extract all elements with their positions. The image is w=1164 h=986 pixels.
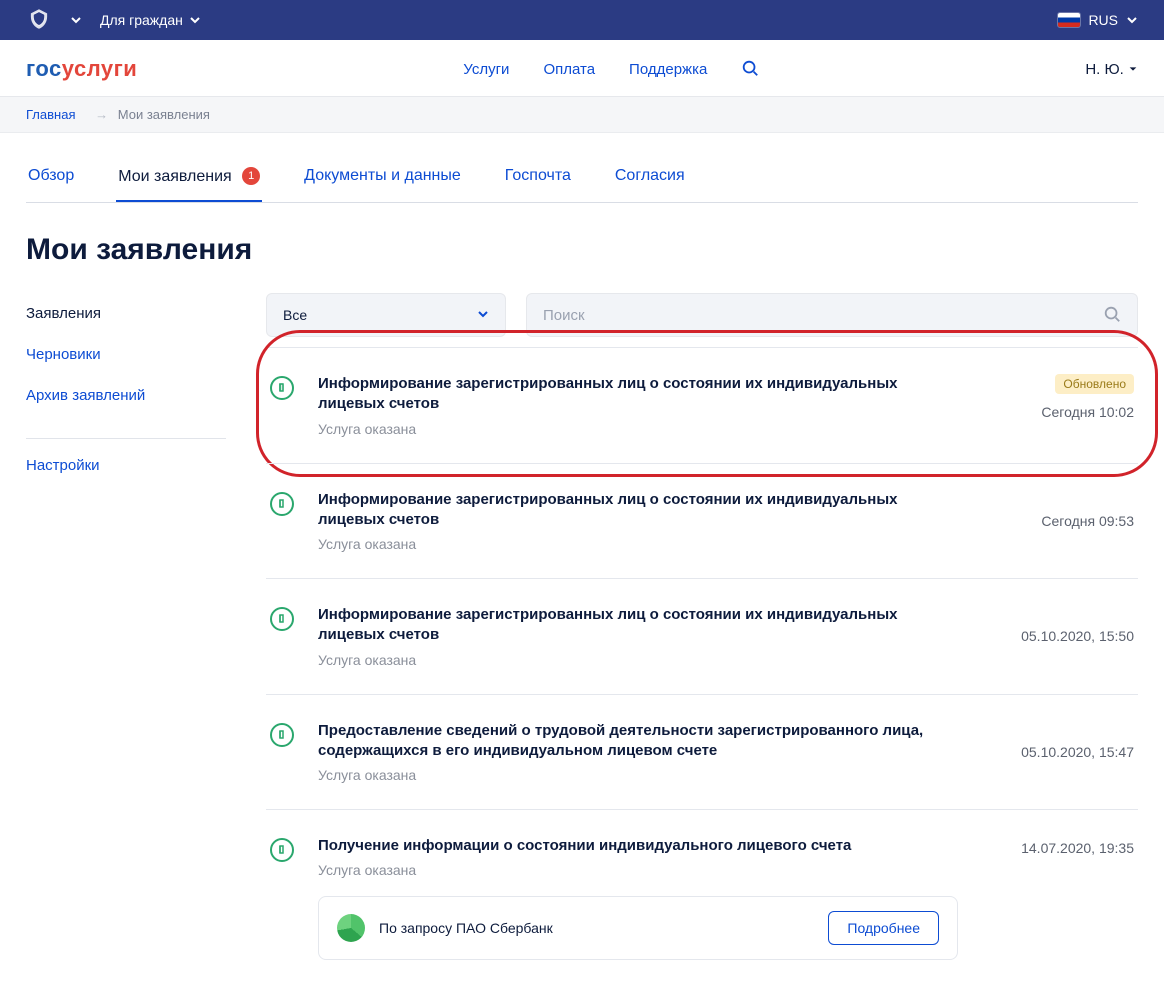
updated-badge: Обновлено (1055, 374, 1134, 394)
sidebar: Заявления Черновики Архив заявлений Наст… (26, 293, 226, 486)
search-field[interactable] (526, 293, 1138, 337)
application-status: Услуга оказана (318, 652, 958, 668)
language-code: RUS (1088, 12, 1118, 28)
application-item[interactable]: Информирование зарегистрированных лиц о … (266, 347, 1138, 463)
user-menu[interactable]: Н. Ю. (1085, 61, 1138, 78)
language-dropdown[interactable]: RUS (1058, 12, 1138, 28)
application-item[interactable]: Получение информации о состоянии индивид… (266, 809, 1138, 986)
status-done-icon (270, 836, 298, 960)
sidebar-item-archive[interactable]: Архив заявлений (26, 375, 226, 416)
application-status: Услуга оказана (318, 536, 958, 552)
application-title: Предоставление сведений о трудовой деяте… (318, 721, 958, 762)
filter-category-dropdown[interactable]: Все (266, 293, 506, 337)
application-time: 14.07.2020, 19:35 (1021, 840, 1134, 856)
breadcrumb: Главная → Мои заявления (0, 97, 1164, 132)
status-done-icon (270, 490, 298, 553)
search-icon[interactable] (741, 59, 759, 80)
logo-part1: гос (26, 56, 62, 81)
user-name: Н. Ю. (1085, 61, 1124, 78)
request-source-card: По запросу ПАО Сбербанк Подробнее (318, 896, 958, 960)
application-time: 05.10.2020, 15:50 (1021, 628, 1134, 644)
status-done-icon (270, 721, 298, 784)
application-title: Информирование зарегистрированных лиц о … (318, 490, 958, 531)
sidebar-item-settings[interactable]: Настройки (26, 445, 226, 486)
sberbank-icon (337, 914, 365, 942)
caret-down-icon (1128, 61, 1138, 78)
search-input[interactable] (543, 307, 1103, 324)
search-icon[interactable] (1103, 305, 1121, 326)
chevron-down-icon (477, 307, 489, 323)
tab-overview[interactable]: Обзор (26, 167, 76, 202)
breadcrumb-home[interactable]: Главная (26, 107, 75, 122)
nav-payment[interactable]: Оплата (543, 61, 595, 78)
tab-applications-label: Мои заявления (118, 168, 232, 185)
tab-applications[interactable]: Мои заявления 1 (116, 167, 262, 202)
application-title: Получение информации о состоянии индивид… (318, 836, 958, 856)
filter-category-value: Все (283, 307, 307, 323)
gov-emblem-dropdown[interactable] (70, 14, 82, 26)
application-time: 05.10.2020, 15:47 (1021, 744, 1134, 760)
status-done-icon (270, 374, 298, 437)
gov-emblem-icon (26, 6, 52, 35)
application-status: Услуга оказана (318, 862, 958, 878)
request-source-text: По запросу ПАО Сбербанк (379, 920, 553, 936)
application-status: Услуга оказана (318, 767, 958, 783)
details-button[interactable]: Подробнее (828, 911, 939, 945)
logo-part2: услуги (62, 56, 138, 81)
tab-documents[interactable]: Документы и данные (302, 167, 463, 202)
audience-label: Для граждан (100, 12, 183, 28)
application-time: Сегодня 10:02 (1041, 404, 1134, 420)
nav-services[interactable]: Услуги (463, 61, 509, 78)
application-item[interactable]: Предоставление сведений о трудовой деяте… (266, 694, 1138, 810)
flag-ru-icon (1058, 13, 1080, 27)
application-time-col: Обновлено Сегодня 10:02 (1041, 374, 1134, 420)
tab-applications-count: 1 (242, 167, 260, 185)
application-status: Услуга оказана (318, 421, 958, 437)
application-item[interactable]: Информирование зарегистрированных лиц о … (266, 463, 1138, 579)
application-title: Информирование зарегистрированных лиц о … (318, 374, 958, 415)
main-nav: Услуги Оплата Поддержка (463, 59, 759, 80)
sidebar-item-drafts[interactable]: Черновики (26, 334, 226, 375)
application-title: Информирование зарегистрированных лиц о … (318, 605, 958, 646)
application-time: Сегодня 09:53 (1041, 513, 1134, 529)
tab-consents[interactable]: Согласия (613, 167, 687, 202)
nav-support[interactable]: Поддержка (629, 61, 707, 78)
sidebar-item-applications[interactable]: Заявления (26, 293, 226, 334)
status-done-icon (270, 605, 298, 668)
audience-dropdown[interactable]: Для граждан (100, 12, 201, 28)
site-logo[interactable]: госуслуги (26, 56, 137, 82)
breadcrumb-current: Мои заявления (118, 107, 210, 122)
breadcrumb-sep-icon: → (95, 107, 108, 122)
tab-gosmail[interactable]: Госпочта (503, 167, 573, 202)
page-title: Мои заявления (26, 233, 1138, 267)
profile-tabs: Обзор Мои заявления 1 Документы и данные… (26, 167, 1138, 203)
application-item[interactable]: Информирование зарегистрированных лиц о … (266, 578, 1138, 694)
